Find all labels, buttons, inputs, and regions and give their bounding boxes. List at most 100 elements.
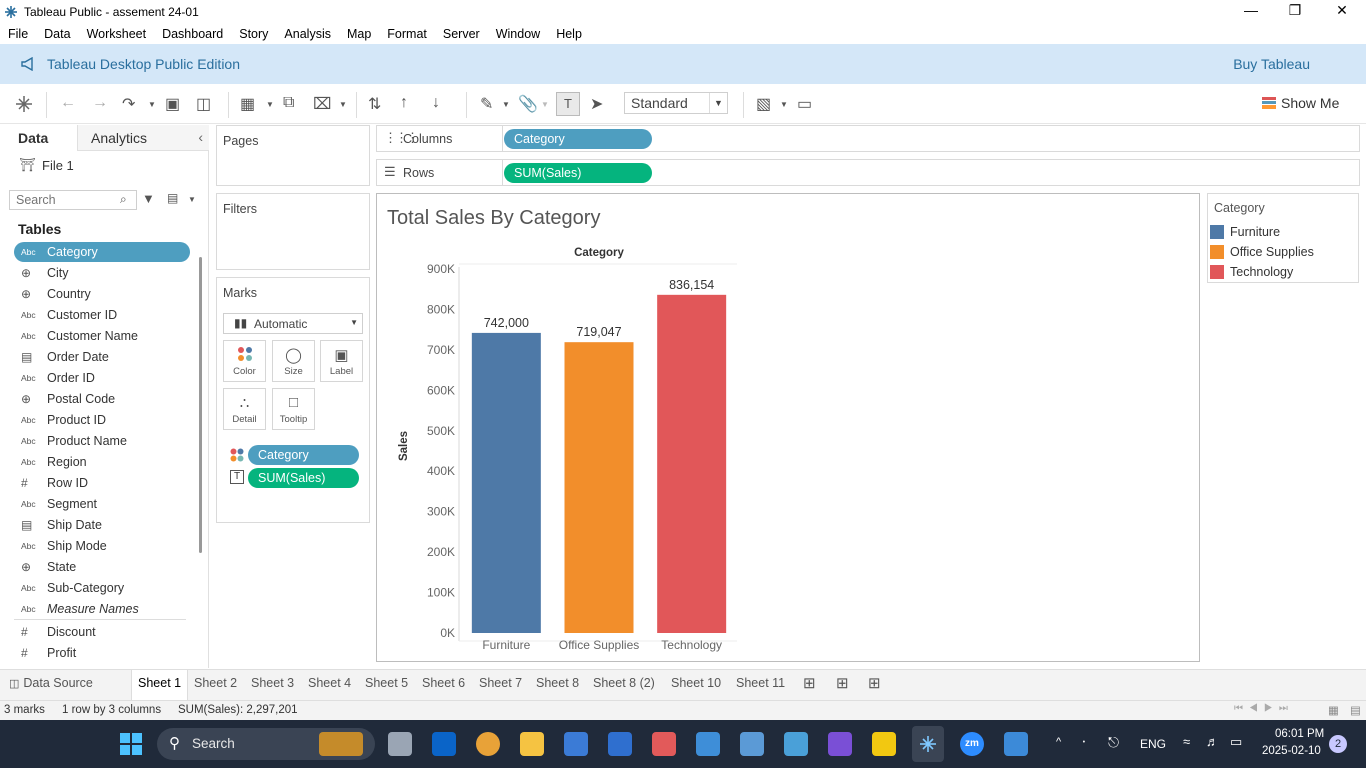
menu-map[interactable]: Map — [339, 27, 379, 41]
undo-icon[interactable]: ← — [60, 94, 76, 112]
store-icon[interactable] — [564, 732, 588, 756]
field-ship-mode[interactable]: Abc Ship Mode — [14, 536, 190, 556]
menu-story[interactable]: Story — [231, 27, 276, 41]
sheet-tab-sheet-7[interactable]: Sheet 7 — [479, 676, 522, 690]
menu-format[interactable]: Format — [379, 27, 435, 41]
collapse-icon[interactable]: ‹ — [198, 129, 203, 145]
columns-shelf[interactable]: ⋮⋮⋮ Columns Category — [376, 125, 1360, 152]
field-discount[interactable]: # Discount — [14, 622, 190, 642]
color-button[interactable]: Color — [223, 340, 266, 382]
view-canvas[interactable]: Total Sales By Category Category Sales 0K 1… — [376, 193, 1200, 662]
chevron-down-icon[interactable]: ▼ — [339, 100, 347, 109]
detail-button[interactable]: ∴ Detail — [223, 388, 266, 430]
view-options-icon[interactable]: ▤ — [167, 191, 178, 205]
menu-dashboard[interactable]: Dashboard — [154, 27, 231, 41]
show-me-button[interactable]: Show Me — [1262, 95, 1339, 111]
new-story-icon[interactable]: ⊞ — [868, 674, 881, 692]
sheet-nav-icons[interactable]: ⏮◀▶⏭ — [1234, 703, 1294, 714]
app-icon[interactable] — [784, 732, 808, 756]
app-icon[interactable] — [652, 732, 676, 756]
tab-data[interactable]: Data — [0, 125, 77, 151]
field-city[interactable]: ⊕ City — [14, 263, 190, 283]
datasource-name[interactable]: File 1 — [42, 158, 74, 173]
restore-icon[interactable]: ❐ — [1280, 2, 1310, 19]
field-postal-code[interactable]: ⊕ Postal Code — [14, 389, 190, 409]
clock-time[interactable]: 06:01 PM — [1275, 728, 1324, 740]
menu-worksheet[interactable]: Worksheet — [79, 27, 155, 41]
app-icon[interactable] — [1004, 732, 1028, 756]
chevron-down-icon[interactable]: ▼ — [502, 100, 510, 109]
list-view-icon[interactable]: ▤ — [1350, 703, 1361, 717]
wifi-icon[interactable]: ≈ — [1183, 734, 1190, 749]
menu-window[interactable]: Window — [488, 27, 548, 41]
clear-sheet-icon[interactable]: ⌧ — [313, 94, 331, 114]
field-sub-category[interactable]: Abc Sub-Category — [14, 578, 190, 598]
chevron-down-icon[interactable]: ▼ — [780, 100, 788, 109]
volume-icon[interactable]: ♬ — [1206, 734, 1219, 749]
presentation-mode-icon[interactable]: ▧ — [756, 94, 771, 114]
sheet-tab-sheet-8[interactable]: Sheet 8 — [536, 676, 579, 690]
chevron-down-icon[interactable]: ▼ — [266, 100, 274, 109]
group-icon[interactable]: 📎 — [518, 94, 538, 114]
minimize-icon[interactable]: — — [1236, 2, 1266, 18]
notification-badge[interactable]: 2 — [1329, 735, 1347, 753]
language-indicator[interactable]: ENG — [1140, 737, 1166, 751]
legend-item-office-supplies[interactable]: Office Supplies — [1210, 245, 1314, 259]
field-customer-id[interactable]: Abc Customer ID — [14, 305, 190, 325]
field-product-id[interactable]: Abc Product ID — [14, 410, 190, 430]
columns-pill-category[interactable]: Category — [504, 129, 652, 149]
app-icon[interactable] — [696, 732, 720, 756]
sheet-tab-sheet-10[interactable]: Sheet 10 — [671, 676, 721, 690]
field-row-id[interactable]: # Row ID — [14, 473, 190, 493]
field-measure-names[interactable]: Abc Measure Names — [14, 599, 190, 619]
chevron-down-icon[interactable]: ▼ — [188, 195, 196, 204]
present-icon[interactable]: ▭ — [797, 94, 812, 114]
new-dashboard-icon[interactable]: ⊞ — [836, 674, 849, 692]
microphone-icon[interactable]: ⎋ — [1108, 734, 1119, 751]
field-customer-name[interactable]: Abc Customer Name — [14, 326, 190, 346]
sheet-tab-sheet-2[interactable]: Sheet 2 — [194, 676, 237, 690]
menu-analysis[interactable]: Analysis — [276, 27, 339, 41]
rows-shelf[interactable]: ☰ Rows SUM(Sales) — [376, 159, 1360, 186]
sheet-tab-sheet-3[interactable]: Sheet 3 — [251, 676, 294, 690]
new-worksheet-icon[interactable]: ⊞ — [803, 674, 816, 692]
fit-select[interactable]: Standard ▼ — [624, 92, 728, 114]
swap-icon[interactable]: ⇅ — [368, 94, 381, 114]
field-country[interactable]: ⊕ Country — [14, 284, 190, 304]
new-worksheet-icon[interactable]: ▦ — [240, 94, 255, 114]
grid-view-icon[interactable]: ▦ — [1328, 703, 1339, 717]
field-region[interactable]: Abc Region — [14, 452, 190, 472]
tableau-home-icon[interactable] — [15, 95, 33, 113]
taskbar-search[interactable]: ⚲ Search — [157, 728, 375, 760]
field-ship-date[interactable]: ▤ Ship Date — [14, 515, 190, 535]
duplicate-sheet-icon[interactable]: ⧉ — [283, 94, 294, 112]
app-icon[interactable] — [740, 732, 764, 756]
rows-pill-sum-sales[interactable]: SUM(Sales) — [504, 163, 652, 183]
pages-shelf[interactable]: Pages — [216, 125, 370, 186]
close-icon[interactable]: ✕ — [1327, 2, 1357, 19]
new-datasource-icon[interactable]: ◫ — [196, 94, 211, 114]
data-source-tab[interactable]: ◫ Data Source — [9, 676, 93, 690]
chevron-down-icon[interactable]: ▼ — [148, 100, 156, 109]
battery-icon[interactable]: ▭ — [1230, 734, 1242, 750]
sheet-tab-sheet-6[interactable]: Sheet 6 — [422, 676, 465, 690]
tab-analytics[interactable]: Analytics ‹ — [77, 125, 209, 151]
field-product-name[interactable]: Abc Product Name — [14, 431, 190, 451]
highlight-icon[interactable]: ✎ — [480, 94, 493, 114]
tooltip-button[interactable]: □ Tooltip — [272, 388, 315, 430]
field-profit[interactable]: # Profit — [14, 643, 190, 663]
menu-help[interactable]: Help — [548, 27, 590, 41]
menu-server[interactable]: Server — [435, 27, 488, 41]
field-order-id[interactable]: Abc Order ID — [14, 368, 190, 388]
size-button[interactable]: ◯ Size — [272, 340, 315, 382]
marks-pill-category[interactable]: Category — [248, 445, 359, 465]
field-order-date[interactable]: ▤ Order Date — [14, 347, 190, 367]
sheet-tab-sheet-1[interactable]: Sheet 1 — [131, 670, 189, 701]
sort-descending-icon[interactable]: ↓ — [432, 94, 440, 112]
clipchamp-icon[interactable] — [828, 732, 852, 756]
chevron-up-icon[interactable]: ^ — [1056, 736, 1061, 748]
filter-icon[interactable]: ▼ — [142, 191, 155, 206]
sheet-tab-sheet-11[interactable]: Sheet 11 — [736, 676, 785, 690]
show-labels-icon[interactable]: T — [556, 92, 580, 116]
legend-item-technology[interactable]: Technology — [1210, 265, 1293, 279]
